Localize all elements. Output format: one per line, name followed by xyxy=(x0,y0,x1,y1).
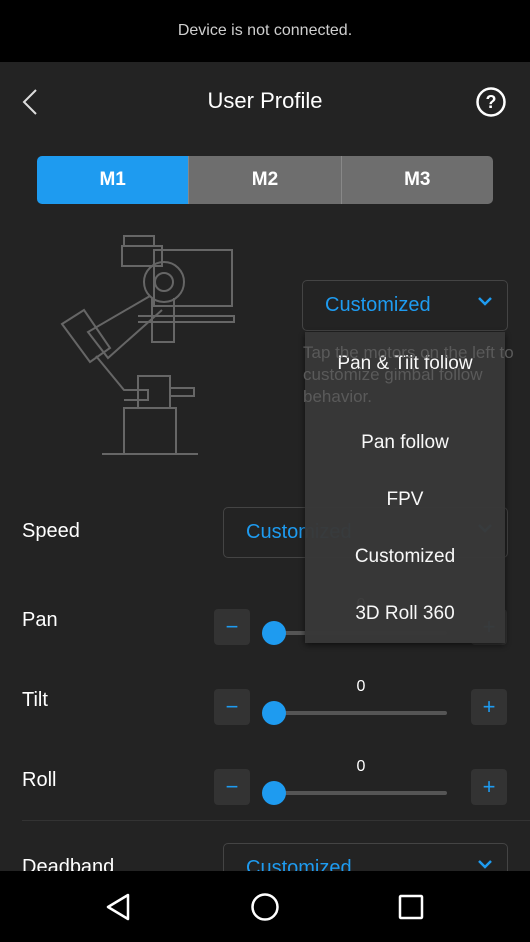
tilt-slider-track[interactable] xyxy=(273,711,447,715)
tilt-slider-thumb[interactable] xyxy=(262,701,286,725)
tilt-decrement-button[interactable]: − xyxy=(214,689,250,725)
connection-status: Device is not connected. xyxy=(177,22,353,39)
menu-item-3d-roll-360[interactable]: 3D Roll 360 xyxy=(305,602,505,626)
profile-tabs: M1 M2 M3 xyxy=(37,156,493,204)
tilt-increment-button[interactable]: + xyxy=(471,689,507,725)
menu-item-pan-tilt-follow[interactable]: Pan & Tilt follow xyxy=(310,352,500,376)
pan-label: Pan xyxy=(22,609,58,631)
help-icon[interactable]: ? xyxy=(475,86,507,118)
tab-m3[interactable]: M3 xyxy=(340,156,493,204)
roll-label: Roll xyxy=(22,769,57,791)
tab-m1[interactable]: M1 xyxy=(37,156,189,204)
svg-text:?: ? xyxy=(486,92,497,112)
roll-decrement-button[interactable]: − xyxy=(214,769,250,805)
chevron-down-icon xyxy=(478,860,492,869)
tilt-label: Tilt xyxy=(22,689,48,711)
roll-increment-button[interactable]: + xyxy=(471,769,507,805)
system-nav-bar xyxy=(0,871,530,942)
nav-home-icon[interactable] xyxy=(250,892,280,922)
status-bar: Device is not connected. xyxy=(0,0,530,62)
tilt-value: 0 xyxy=(356,678,366,695)
gimbal-illustration[interactable] xyxy=(58,230,238,458)
chevron-down-icon xyxy=(478,297,492,306)
page-title: User Profile xyxy=(207,88,323,113)
tab-m2[interactable]: M2 xyxy=(188,156,341,204)
menu-item-customized[interactable]: Customized xyxy=(305,545,505,569)
follow-mode-select[interactable]: Customized xyxy=(302,280,508,331)
menu-item-pan-follow[interactable]: Pan follow xyxy=(305,431,505,455)
divider xyxy=(22,820,530,821)
nav-recents-icon[interactable] xyxy=(398,894,426,922)
follow-mode-value: Customized xyxy=(325,294,431,316)
pan-slider-thumb[interactable] xyxy=(262,621,286,645)
menu-item-fpv[interactable]: FPV xyxy=(305,488,505,512)
roll-value: 0 xyxy=(356,758,366,775)
follow-mode-menu: Pan & Tilt follow Pan follow FPV Customi… xyxy=(305,332,505,643)
pan-decrement-button[interactable]: − xyxy=(214,609,250,645)
nav-back-icon[interactable] xyxy=(104,892,132,922)
roll-slider-track[interactable] xyxy=(273,791,447,795)
roll-slider-thumb[interactable] xyxy=(262,781,286,805)
speed-label: Speed xyxy=(22,520,80,542)
